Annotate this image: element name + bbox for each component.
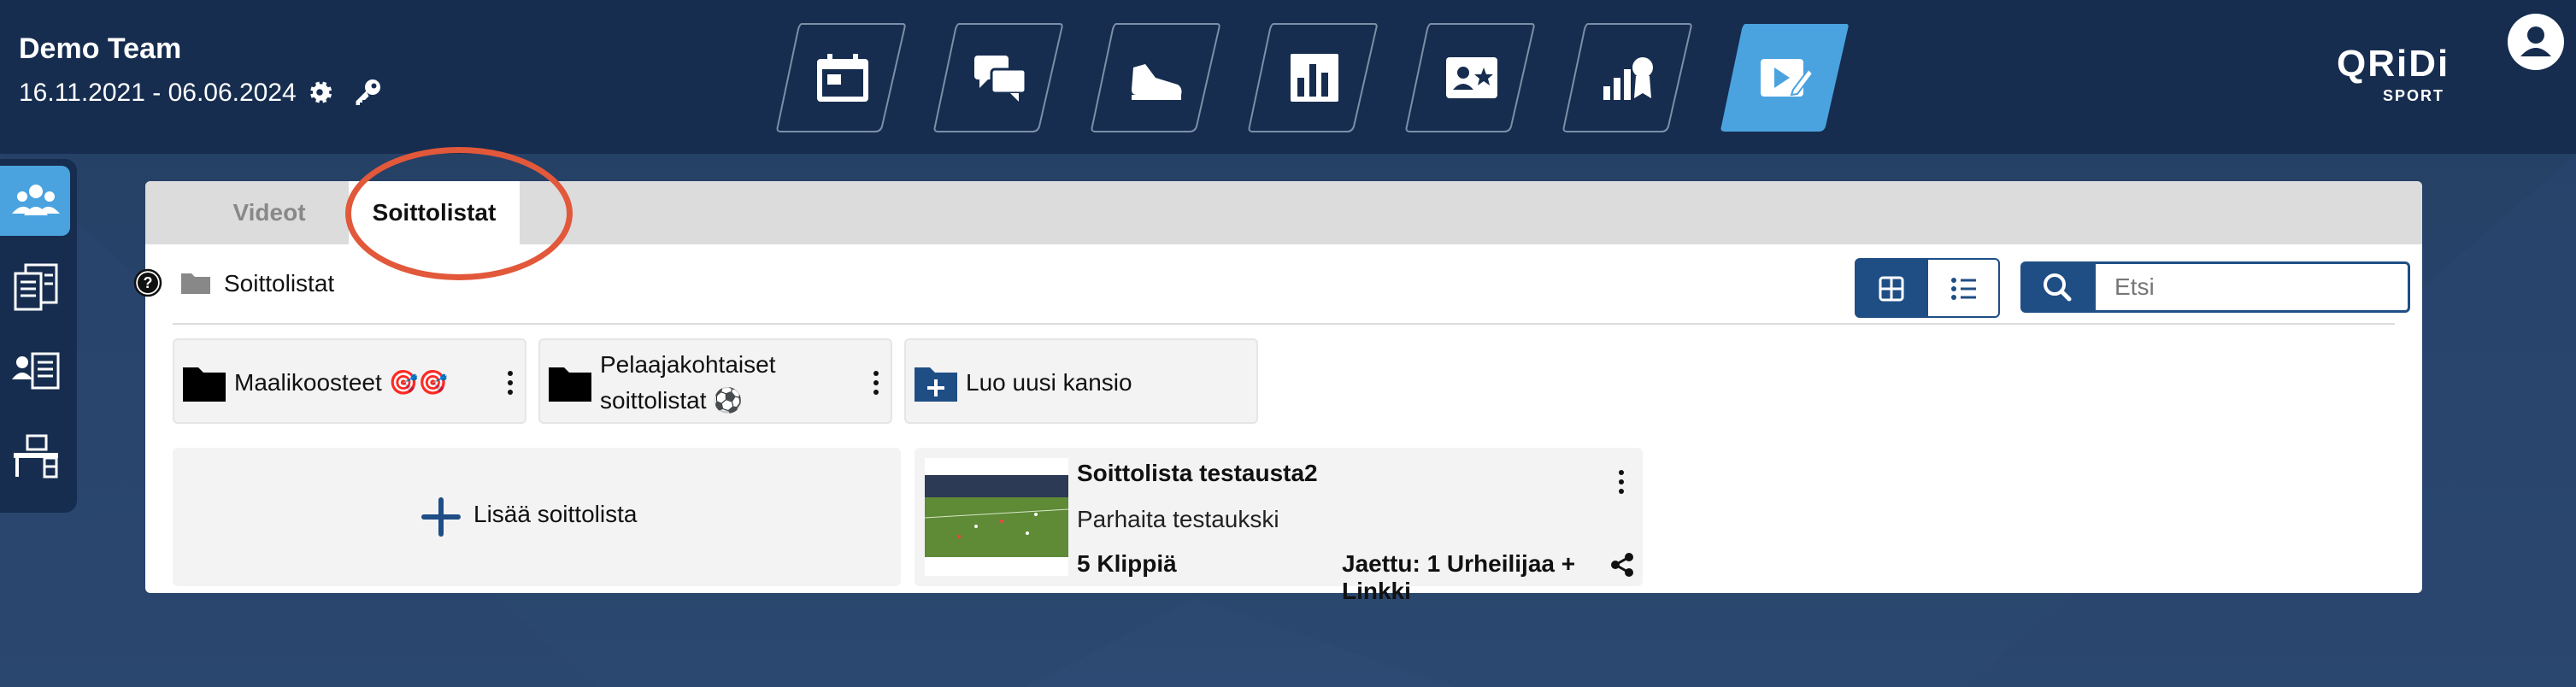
folder-plus-icon <box>915 367 957 402</box>
logo-subtext: SPORT <box>2383 87 2445 104</box>
sidebar-item-desk[interactable] <box>0 420 70 490</box>
key-icon[interactable] <box>350 77 385 108</box>
user-avatar-button[interactable] <box>2508 14 2564 70</box>
folder-name-line2: soittolistat ⚽ <box>600 387 744 414</box>
more-options-icon[interactable] <box>872 369 880 396</box>
nav-tab-training[interactable] <box>1091 22 1220 133</box>
create-folder-label: Luo uusi kansio <box>966 369 1132 396</box>
add-playlist-label: Lisää soittolista <box>473 501 638 527</box>
shoe-icon <box>1132 64 1182 100</box>
tab-videos[interactable]: Videot <box>179 181 359 244</box>
nav-tab-achievements[interactable] <box>1562 22 1692 133</box>
nav-tab-calendar[interactable] <box>776 22 906 133</box>
folder-name-line1: Pelaajakohtaiset <box>600 351 776 378</box>
sidebar-item-documents[interactable] <box>0 251 70 321</box>
share-icon[interactable] <box>1610 552 1634 578</box>
qridi-logo: QRiDi SPORT <box>2337 43 2465 104</box>
bar-chart-icon <box>1291 54 1338 102</box>
sidebar-item-team[interactable] <box>0 166 70 236</box>
sidebar-item-player-list[interactable] <box>0 335 70 405</box>
team-name: Demo Team <box>19 32 182 65</box>
nav-tab-messages[interactable] <box>933 22 1063 133</box>
gear-icon[interactable] <box>304 77 335 108</box>
add-playlist-button[interactable]: Lisää soittolista <box>173 448 901 586</box>
divider <box>173 323 2395 325</box>
achievements-icon <box>1603 57 1653 100</box>
svg-text:?: ? <box>144 274 153 291</box>
nav-tab-players[interactable] <box>1405 22 1535 133</box>
more-options-icon[interactable] <box>506 369 515 396</box>
playlist-title: Soittolista testausta2 <box>1077 460 1318 486</box>
create-folder-button[interactable]: Luo uusi kansio <box>904 338 1258 424</box>
search-icon <box>2044 273 2072 302</box>
folder-icon <box>181 273 210 294</box>
playlist-thumbnail <box>924 458 1069 576</box>
desk-icon <box>14 434 58 479</box>
grid-view-button[interactable] <box>1855 258 1926 318</box>
date-range: 16.11.2021 - 06.06.2024 <box>19 79 297 107</box>
messages-icon <box>974 56 1027 102</box>
folder-icon <box>549 367 591 402</box>
folder-item[interactable]: Pelaajakohtaiset soittolistat ⚽ <box>538 338 892 424</box>
video-edit-icon <box>1761 59 1814 97</box>
calendar-icon <box>817 54 868 102</box>
help-icon[interactable]: ? <box>133 268 162 297</box>
folder-name: Maalikoosteet 🎯🎯 <box>234 369 449 396</box>
list-view-button[interactable] <box>1926 258 2000 318</box>
player-list-icon <box>12 352 60 390</box>
left-sidebar <box>0 159 77 513</box>
grid-icon <box>1879 276 1904 302</box>
search-input[interactable] <box>2096 261 2410 313</box>
plus-icon <box>421 497 461 537</box>
player-card-icon <box>1446 57 1497 98</box>
nav-tab-statistics[interactable] <box>1248 22 1378 133</box>
playlist-shared-info: Jaettu: 1 Urheilijaa + Linkki <box>1342 550 1576 604</box>
list-icon <box>1951 278 1976 300</box>
team-icon <box>12 185 60 215</box>
playlist-card[interactable]: Soittolista testausta2 Parhaita testauks… <box>915 448 1643 604</box>
user-icon <box>2520 26 2551 56</box>
documents-icon <box>14 263 58 311</box>
more-options-icon[interactable] <box>1617 468 1626 496</box>
nav-tab-video[interactable] <box>1720 22 1850 133</box>
breadcrumb-current: Soittolistat <box>224 270 335 297</box>
search-button[interactable] <box>2020 261 2096 313</box>
folder-item[interactable]: Maalikoosteet 🎯🎯 <box>173 338 526 424</box>
playlist-clip-count: 5 Klippiä <box>1077 550 1177 577</box>
top-bar: Demo Team 16.11.2021 - 06.06.2024 QRiDi … <box>0 0 2576 154</box>
logo-text: QRiDi <box>2337 43 2450 85</box>
highlight-circle <box>345 147 573 280</box>
playlist-description: Parhaita testaukski <box>1077 506 1279 532</box>
folder-icon <box>183 367 226 402</box>
